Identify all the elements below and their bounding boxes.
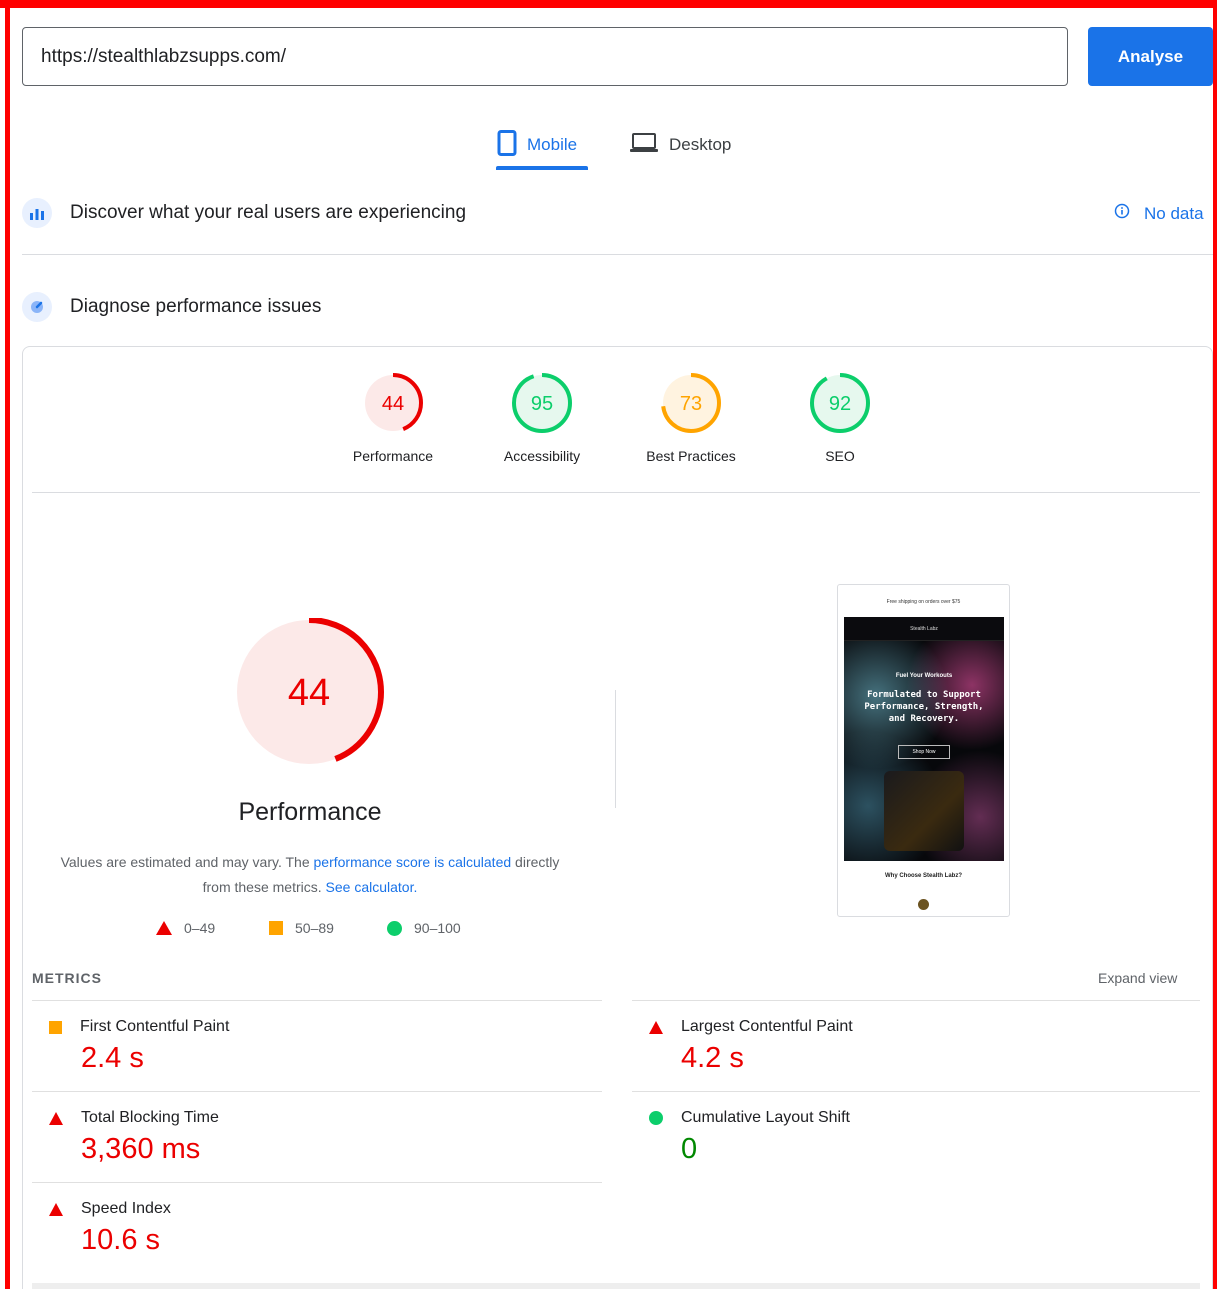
- metric-tbt: Total Blocking Time 3,360 ms: [49, 1109, 609, 1166]
- category-gauge-best-practices[interactable]: 73 Best Practices: [631, 372, 751, 464]
- legend-pass: 90–100: [387, 920, 461, 936]
- thumb-headline: Formulated to Support Performance, Stren…: [864, 690, 984, 724]
- metric-label: Total Blocking Time: [81, 1109, 219, 1126]
- bar-chart-icon: [22, 198, 52, 228]
- performance-title: Performance: [238, 798, 382, 826]
- metric-label: Largest Contentful Paint: [681, 1018, 853, 1035]
- metric-cls: Cumulative Layout Shift 0: [649, 1109, 1209, 1166]
- best-practices-gauge-ring: 73: [661, 373, 721, 433]
- legend-average: 50–89: [269, 920, 334, 936]
- best-practices-score: 73: [680, 393, 702, 415]
- square-icon: [269, 921, 283, 935]
- thumb-product-image: [884, 771, 964, 851]
- metric-divider: [632, 1091, 1200, 1092]
- analyse-button[interactable]: Analyse: [1088, 27, 1213, 86]
- info-icon: [1114, 203, 1130, 224]
- triangle-icon: [49, 1111, 63, 1125]
- metric-divider: [32, 1091, 602, 1092]
- metric-divider: [32, 1000, 602, 1001]
- thumb-announcement: Free shipping on orders over $75: [886, 599, 961, 605]
- no-data-indicator[interactable]: No data: [1114, 203, 1204, 224]
- tab-mobile[interactable]: Mobile: [497, 120, 577, 170]
- thumb-emblem-icon: [918, 899, 929, 910]
- frame-border-top: [0, 0, 1217, 8]
- square-icon: [49, 1020, 62, 1034]
- category-gauge-accessibility[interactable]: 95 Accessibility: [482, 372, 602, 464]
- triangle-icon: [156, 921, 172, 935]
- field-data-section-header: Discover what your real users are experi…: [22, 198, 466, 228]
- section-divider: [22, 254, 1213, 255]
- gauge-icon: [22, 292, 52, 322]
- performance-big-gauge: 44: [234, 618, 384, 767]
- performance-gauge-ring: 44: [363, 373, 423, 433]
- no-data-label: No data: [1144, 203, 1204, 223]
- performance-big-score: 44: [288, 672, 330, 714]
- diagnose-title: Diagnose performance issues: [70, 296, 322, 317]
- category-label: Best Practices: [646, 448, 736, 464]
- category-gauge-performance[interactable]: 44 Performance: [333, 372, 453, 464]
- legend-label: 50–89: [295, 920, 334, 936]
- legend-label: 0–49: [184, 920, 216, 936]
- triangle-icon: [649, 1020, 663, 1034]
- bottom-divider: [32, 1283, 1200, 1289]
- metric-divider: [32, 1182, 602, 1183]
- accessibility-gauge-ring: 95: [512, 373, 572, 433]
- frame-border-right: [1213, 0, 1217, 1289]
- circle-icon: [649, 1111, 663, 1125]
- legend-label: 90–100: [414, 920, 461, 936]
- tab-desktop-label: Desktop: [669, 135, 732, 154]
- metric-value: 2.4 s: [81, 1042, 144, 1074]
- metric-label: Cumulative Layout Shift: [681, 1109, 850, 1126]
- metric-divider: [632, 1000, 1200, 1001]
- final-screenshot-thumbnail[interactable]: Free shipping on orders over $75 Stealth…: [837, 584, 1010, 917]
- accessibility-score: 95: [531, 393, 553, 415]
- legend-fail: 0–49: [156, 920, 215, 936]
- metric-label: First Contentful Paint: [80, 1018, 230, 1035]
- diagnose-section-header: Diagnose performance issues: [22, 292, 321, 322]
- category-label: Accessibility: [503, 448, 581, 464]
- performance-description: Values are estimated and may vary. The p…: [60, 850, 560, 900]
- tab-desktop[interactable]: Desktop: [629, 120, 731, 170]
- category-label: SEO: [825, 448, 855, 464]
- field-data-title: Discover what your real users are experi…: [70, 202, 467, 223]
- expand-view-button[interactable]: Expand view: [1098, 970, 1177, 986]
- metric-value: 3,360 ms: [81, 1133, 201, 1165]
- score-calculated-link[interactable]: performance score is calculated: [314, 854, 512, 870]
- metric-value: 4.2 s: [681, 1042, 744, 1074]
- metric-label: Speed Index: [81, 1200, 171, 1217]
- see-calculator-link[interactable]: See calculator.: [326, 879, 418, 895]
- metric-fcp: First Contentful Paint 2.4 s: [49, 1018, 609, 1075]
- tab-mobile-label: Mobile: [527, 135, 578, 154]
- laptop-icon: [629, 132, 659, 159]
- category-gauge-seo[interactable]: 92 SEO: [780, 372, 900, 464]
- smartphone-icon: [497, 129, 517, 161]
- seo-gauge-ring: 92: [810, 373, 870, 433]
- url-input[interactable]: [22, 27, 1068, 86]
- metric-lcp: Largest Contentful Paint 4.2 s: [649, 1018, 1209, 1075]
- gauges-divider: [32, 492, 1200, 493]
- desc-text: Values are estimated and may vary. The: [60, 854, 314, 870]
- circle-icon: [387, 920, 402, 936]
- metrics-header: METRICS: [32, 970, 102, 986]
- thumb-why: Why Choose Stealth Labz?: [884, 873, 962, 879]
- seo-score: 92: [829, 393, 851, 415]
- category-label: Performance: [352, 448, 434, 464]
- frame-border-left: [5, 0, 10, 1289]
- performance-score: 44: [382, 393, 404, 415]
- vertical-divider: [615, 690, 616, 808]
- thumb-hero-art: Fuel Your Workouts Formulated to Support…: [844, 641, 1004, 861]
- metric-value: 10.6 s: [81, 1224, 160, 1256]
- metric-value: 0: [681, 1133, 698, 1165]
- thumb-hero: Stealth Labz Fuel Your Workouts Formulat…: [844, 617, 1004, 861]
- thumb-kicker: Fuel Your Workouts: [895, 673, 953, 679]
- metric-speed-index: Speed Index 10.6 s: [49, 1200, 609, 1257]
- thumb-button: Shop Now: [898, 745, 950, 759]
- thumb-brand: Stealth Labz: [844, 617, 1004, 641]
- active-tab-indicator: [496, 166, 588, 170]
- triangle-icon: [49, 1202, 63, 1216]
